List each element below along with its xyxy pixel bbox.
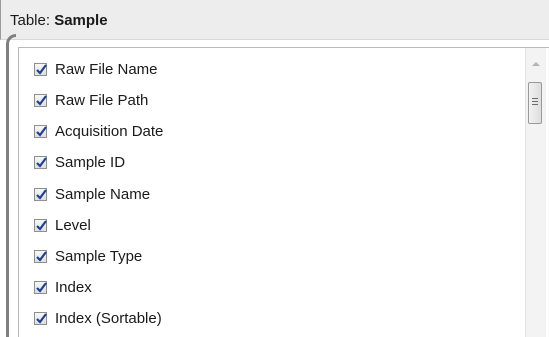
checkmark-icon <box>36 63 47 75</box>
table-title: Table: Sample <box>10 12 108 29</box>
checkbox[interactable] <box>34 249 47 263</box>
scroll-grip-icon <box>532 104 538 105</box>
list-item-label: Sample Type <box>55 247 143 265</box>
checkmark-icon <box>36 188 47 200</box>
list-item[interactable]: Sample Name <box>34 184 150 204</box>
table-title-prefix: Table: <box>10 12 55 29</box>
checkbox[interactable] <box>34 124 47 138</box>
checkbox[interactable] <box>34 62 47 76</box>
checkbox[interactable] <box>34 187 47 201</box>
list-item[interactable]: Raw File Path <box>34 90 148 110</box>
table-title-name: Sample <box>54 12 108 29</box>
list-item-label: Acquisition Date <box>55 122 164 140</box>
list-item[interactable]: Index <box>34 277 92 297</box>
list-item-label: Raw File Name <box>55 60 158 78</box>
checkmark-icon <box>36 281 47 293</box>
checkbox[interactable] <box>34 280 47 294</box>
checkbox[interactable] <box>34 311 47 325</box>
checkmark-icon <box>36 94 47 106</box>
list-item-label: Index (Sortable) <box>55 309 162 327</box>
list-item[interactable]: Index (Sortable) <box>34 308 162 328</box>
checkbox[interactable] <box>34 93 47 107</box>
list-item[interactable]: Acquisition Date <box>34 121 163 141</box>
table-column-panel: Table: Sample Raw File Name Raw File Pat… <box>0 0 549 337</box>
list-item[interactable]: Raw File Name <box>34 59 158 79</box>
scroll-up-arrow-icon[interactable] <box>530 56 542 66</box>
checkmark-icon <box>36 250 47 262</box>
list-item-label: Level <box>55 216 91 234</box>
checkmark-icon <box>36 312 47 324</box>
list-item-label: Sample Name <box>55 185 151 203</box>
checkmark-icon <box>36 219 47 231</box>
checkbox[interactable] <box>34 218 47 232</box>
list-item-label: Raw File Path <box>55 91 149 109</box>
group-border <box>6 34 16 337</box>
scroll-thumb[interactable] <box>528 82 542 124</box>
scroll-grip-icon <box>532 98 538 99</box>
list-item[interactable]: Sample ID <box>34 152 125 172</box>
vertical-scrollbar[interactable] <box>525 48 546 337</box>
column-checklist[interactable]: Raw File Name Raw File Path Acquisition … <box>18 47 549 337</box>
list-item-label: Sample ID <box>55 153 126 171</box>
list-item-label: Index <box>55 278 92 296</box>
checkmark-icon <box>36 125 47 137</box>
checkbox[interactable] <box>34 155 47 169</box>
checkmark-icon <box>36 156 47 168</box>
list-item[interactable]: Sample Type <box>34 246 142 266</box>
table-header: Table: Sample <box>0 0 549 40</box>
list-item[interactable]: Level <box>34 215 91 235</box>
scroll-grip-icon <box>532 101 538 102</box>
